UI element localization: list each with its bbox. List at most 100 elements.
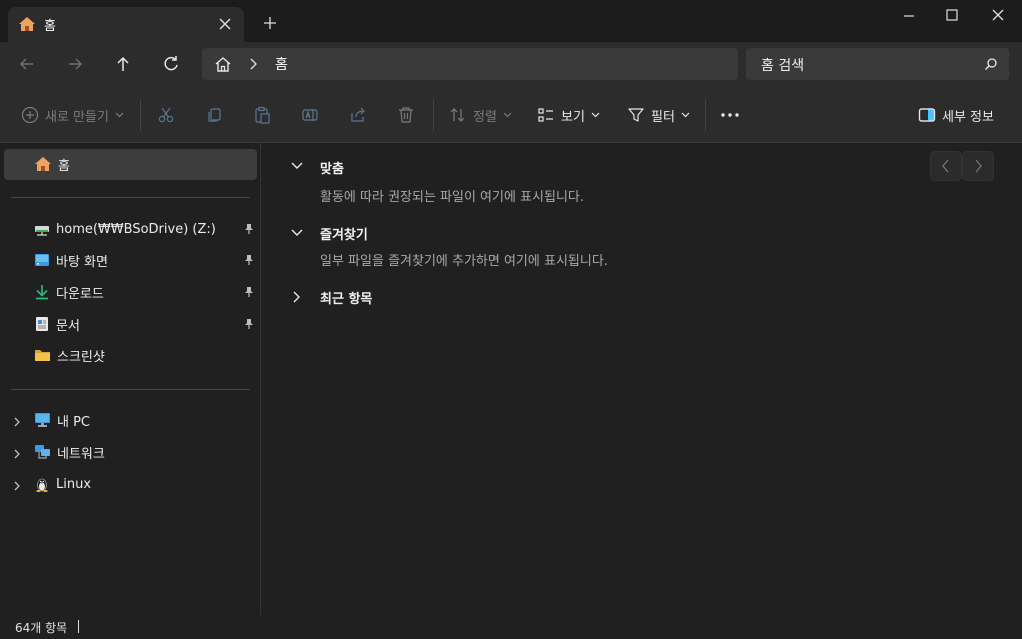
breadcrumb-current[interactable]: 홈	[275, 54, 288, 74]
close-tab-icon[interactable]	[218, 17, 232, 31]
rename-button[interactable]	[301, 103, 319, 127]
chevron-right-icon[interactable]	[248, 58, 258, 70]
group-recommended-title[interactable]: 맞춤	[320, 158, 344, 177]
forward-button[interactable]	[65, 54, 89, 74]
pin-icon[interactable]	[244, 286, 254, 298]
navigation-pane: 홈 home(₩₩BSoDrive) (Z:) 바탕 화면 다운로드 문서 스크…	[0, 143, 260, 615]
search-input[interactable]: 홈 검색	[761, 55, 804, 75]
share-button[interactable]	[349, 103, 367, 127]
new-button[interactable]: 새로 만들기	[21, 103, 124, 127]
pin-icon[interactable]	[244, 223, 254, 235]
window-close-button[interactable]	[991, 8, 1005, 22]
up-button[interactable]	[113, 54, 137, 74]
sidebar-item-network[interactable]: 네트워크	[34, 440, 105, 464]
sidebar-item-label: 문서	[56, 318, 80, 334]
search-icon[interactable]	[984, 57, 998, 71]
sidebar-item-documents[interactable]: 문서	[34, 312, 80, 336]
expand-chevron-icon[interactable]	[12, 480, 22, 492]
pin-icon[interactable]	[244, 318, 254, 330]
status-divider	[78, 620, 79, 633]
group-recommended-description: 활동에 따라 권장되는 파일이 여기에 표시됩니다.	[320, 190, 584, 205]
group-favorites-description: 일부 파일을 즐겨찾기에 추가하면 여기에 표시됩니다.	[320, 254, 608, 269]
sidebar-divider	[11, 389, 250, 390]
expand-chevron-icon[interactable]	[292, 290, 302, 304]
view-label: 보기	[561, 109, 585, 125]
linux-icon	[34, 476, 50, 492]
navigation-bar: 홈 홈 검색	[0, 42, 1022, 87]
home-icon	[34, 156, 52, 172]
back-button[interactable]	[17, 54, 41, 74]
sidebar-item-this-pc[interactable]: 내 PC	[34, 408, 90, 432]
group-recent-title[interactable]: 최근 항목	[320, 288, 372, 307]
view-button[interactable]: 보기	[537, 103, 600, 127]
pin-icon[interactable]	[244, 254, 254, 266]
document-icon	[34, 316, 50, 332]
status-bar: 64개 항목	[0, 615, 1022, 639]
item-count: 64개 항목	[15, 621, 68, 635]
sidebar-item-downloads[interactable]: 다운로드	[34, 280, 104, 304]
carousel-next-button[interactable]	[962, 151, 994, 181]
group-favorites-title[interactable]: 즐겨찾기	[320, 224, 368, 243]
minimize-button[interactable]	[902, 9, 916, 23]
home-icon[interactable]	[214, 56, 232, 72]
folder-icon	[34, 348, 51, 362]
pc-icon	[34, 412, 51, 428]
collapse-chevron-icon[interactable]	[290, 161, 304, 171]
copy-button[interactable]	[205, 103, 223, 127]
sidebar-divider	[11, 197, 250, 198]
paste-button[interactable]	[253, 103, 271, 127]
view-icon	[537, 106, 555, 124]
pane-splitter[interactable]	[260, 143, 261, 615]
home-icon	[18, 16, 36, 32]
network-icon	[34, 444, 51, 460]
more-options-button[interactable]	[720, 103, 740, 127]
details-label: 세부 정보	[942, 109, 994, 125]
sidebar-item-desktop[interactable]: 바탕 화면	[34, 248, 108, 272]
sidebar-item-label: home(₩₩BSoDrive) (Z:)	[56, 221, 216, 237]
download-icon	[34, 284, 50, 300]
sidebar-item-label: 네트워크	[57, 446, 105, 462]
sidebar-item-label: 내 PC	[57, 414, 91, 430]
details-pane-icon	[918, 107, 936, 123]
filter-icon	[627, 106, 645, 124]
desktop-icon	[34, 253, 50, 267]
network-drive-icon	[34, 222, 50, 236]
carousel-prev-button[interactable]	[930, 151, 962, 181]
new-tab-button[interactable]	[263, 16, 277, 30]
command-bar: 새로 만들기 정렬 보기 필터 세부 정보	[0, 87, 1022, 143]
refresh-button[interactable]	[161, 54, 185, 74]
chevron-down-icon	[591, 112, 600, 118]
sidebar-item-label: Linux	[56, 476, 92, 492]
cut-button[interactable]	[157, 103, 175, 127]
sidebar-item-home[interactable]: 홈	[4, 149, 257, 180]
details-pane-button[interactable]: 세부 정보	[918, 103, 994, 127]
sort-label: 정렬	[473, 109, 497, 125]
search-box[interactable]: 홈 검색	[746, 48, 1009, 80]
collapse-chevron-icon[interactable]	[290, 228, 304, 238]
sidebar-item-label: 스크린샷	[57, 349, 105, 365]
title-bar: 홈	[0, 0, 1022, 42]
sidebar-item-linux[interactable]: Linux	[34, 472, 91, 496]
expand-chevron-icon[interactable]	[12, 416, 22, 428]
new-label: 새로 만들기	[45, 109, 109, 125]
sort-button[interactable]: 정렬	[449, 103, 512, 127]
filter-button[interactable]: 필터	[627, 103, 690, 127]
expand-chevron-icon[interactable]	[12, 448, 22, 460]
plus-circle-icon	[21, 106, 39, 124]
chevron-down-icon	[503, 112, 512, 118]
sidebar-item-label: 바탕 화면	[56, 254, 108, 270]
sidebar-item-label: 다운로드	[56, 286, 104, 302]
address-bar[interactable]: 홈	[202, 48, 738, 80]
tab-label: 홈	[44, 19, 56, 34]
toolbar-divider	[705, 99, 706, 131]
sidebar-item-screenshots[interactable]: 스크린샷	[34, 343, 105, 367]
tab-home[interactable]: 홈	[8, 7, 244, 42]
toolbar-divider	[140, 99, 141, 131]
sidebar-item-network-drive[interactable]: home(₩₩BSoDrive) (Z:)	[34, 217, 216, 241]
chevron-down-icon	[115, 112, 124, 118]
chevron-down-icon	[681, 112, 690, 118]
sort-icon	[449, 106, 467, 124]
maximize-button[interactable]	[945, 8, 959, 22]
filter-label: 필터	[651, 109, 675, 125]
delete-button[interactable]	[397, 103, 415, 127]
